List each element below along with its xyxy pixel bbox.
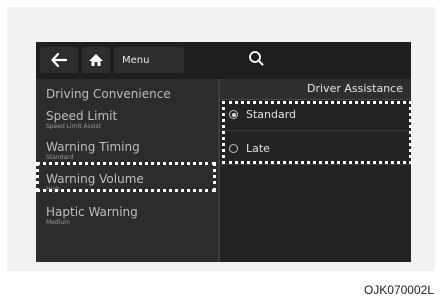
- menu-button[interactable]: Menu: [114, 47, 264, 73]
- menu-item-title: Haptic Warning: [46, 205, 138, 219]
- menu-item-driving-convenience[interactable]: Driving Convenience: [46, 87, 171, 101]
- top-bar: Menu: [36, 42, 411, 79]
- menu-item-title: Driving Convenience: [46, 87, 171, 101]
- menu-label: Menu: [122, 54, 150, 66]
- menu-item-subtitle: Medium: [46, 219, 70, 226]
- search-icon: [249, 51, 264, 66]
- options-header: Driver Assistance: [220, 79, 411, 100]
- back-arrow-icon: [51, 53, 67, 67]
- home-button[interactable]: [82, 47, 110, 73]
- options-title: Driver Assistance: [307, 82, 403, 95]
- figure-code: OJK070002L: [363, 283, 434, 297]
- menu-item-haptic-warning[interactable]: Haptic Warning Medium: [46, 205, 138, 227]
- back-button[interactable]: [40, 47, 78, 73]
- menu-item-title: Speed Limit: [46, 109, 118, 123]
- option-divider: [220, 164, 411, 165]
- menu-item-subtitle: Standard: [46, 154, 74, 161]
- menu-item-title: Warning Timing: [46, 140, 140, 154]
- menu-item-speed-limit[interactable]: Speed Limit Speed Limit Assist: [46, 109, 117, 131]
- search-button[interactable]: [248, 48, 264, 74]
- highlight-warning-timing: [36, 162, 216, 192]
- home-icon: [89, 54, 103, 66]
- highlight-options: [222, 101, 412, 164]
- menu-item-warning-timing[interactable]: Warning Timing Standard: [46, 140, 140, 162]
- menu-item-subtitle: Speed Limit Assist: [46, 123, 101, 130]
